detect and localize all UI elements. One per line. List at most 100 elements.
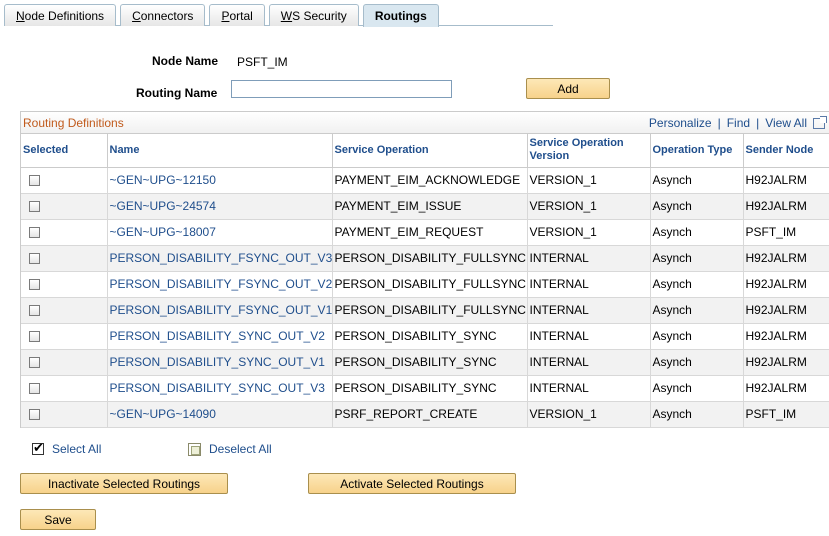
activate-selected-routings-button[interactable]: Activate Selected Routings	[308, 473, 516, 494]
checkmark-icon[interactable]	[32, 440, 44, 456]
col-service-operation-version[interactable]: Service Operation Version	[527, 134, 651, 168]
empty-box-icon[interactable]	[188, 442, 201, 456]
sender-node-cell: H92JALRM	[743, 193, 829, 220]
table-row: PERSON_DISABILITY_FSYNC_OUT_V3 PERSON_DI…	[21, 245, 829, 272]
col-selected[interactable]: Selected	[21, 134, 108, 168]
table-row: PERSON_DISABILITY_SYNC_OUT_V1 PERSON_DIS…	[21, 349, 829, 376]
sender-node-cell: H92JALRM	[743, 271, 829, 298]
routing-name-link[interactable]: ~GEN~UPG~24574	[107, 193, 333, 220]
row-select-checkbox[interactable]	[29, 175, 40, 187]
routing-name-label: Routing Name	[136, 86, 218, 100]
sender-node-cell: H92JALRM	[743, 323, 829, 350]
row-select-checkbox[interactable]	[29, 409, 40, 421]
service-operation-cell: PERSON_DISABILITY_SYNC	[332, 349, 528, 376]
routing-name-link[interactable]: PERSON_DISABILITY_SYNC_OUT_V3	[107, 375, 333, 402]
nav-separator: |	[717, 116, 721, 130]
row-select-checkbox[interactable]	[29, 253, 40, 265]
version-cell: VERSION_1	[527, 401, 651, 428]
operation-type-cell: Asynch	[650, 297, 744, 324]
row-select-checkbox[interactable]	[29, 227, 40, 239]
save-button[interactable]: Save	[20, 509, 96, 530]
row-select-checkbox[interactable]	[29, 279, 40, 291]
routing-name-link[interactable]: ~GEN~UPG~12150	[107, 167, 333, 194]
tab-routings[interactable]: Routings	[362, 4, 439, 27]
service-operation-cell: PSRF_REPORT_CREATE	[332, 401, 528, 428]
service-operation-cell: PAYMENT_EIM_ISSUE	[332, 193, 528, 220]
operation-type-cell: Asynch	[650, 401, 744, 428]
operation-type-cell: Asynch	[650, 167, 744, 194]
operation-type-cell: Asynch	[650, 245, 744, 272]
select-all-link[interactable]: Select All	[52, 442, 101, 456]
add-button[interactable]: Add	[526, 78, 610, 99]
col-service-operation[interactable]: Service Operation	[332, 134, 528, 168]
operation-type-cell: Asynch	[650, 271, 744, 298]
grid-navigation: Personalize | Find | View All	[649, 115, 827, 130]
version-cell: INTERNAL	[527, 349, 651, 376]
table-row: ~GEN~UPG~24574 PAYMENT_EIM_ISSUE VERSION…	[21, 193, 829, 220]
table-row: PERSON_DISABILITY_FSYNC_OUT_V2 PERSON_DI…	[21, 271, 829, 298]
sender-node-cell: PSFT_IM	[743, 401, 829, 428]
sender-node-cell: H92JALRM	[743, 167, 829, 194]
deselect-all-control[interactable]: Deselect All	[188, 442, 272, 456]
inactivate-selected-routings-button[interactable]: Inactivate Selected Routings	[20, 473, 228, 494]
row-select-checkbox[interactable]	[29, 383, 40, 395]
row-select-checkbox[interactable]	[29, 201, 40, 213]
deselect-all-link[interactable]: Deselect All	[209, 442, 272, 456]
table-row: ~GEN~UPG~14090 PSRF_REPORT_CREATE VERSIO…	[21, 401, 829, 428]
version-cell: VERSION_1	[527, 219, 651, 246]
routing-name-link[interactable]: ~GEN~UPG~18007	[107, 219, 333, 246]
tab-bar: Node Definitions Connectors Portal WS Se…	[4, 4, 443, 27]
routing-name-input[interactable]	[231, 80, 452, 98]
col-operation-type[interactable]: Operation Type	[650, 134, 744, 168]
grid-title-bar: Routing Definitions Personalize | Find |…	[21, 112, 829, 134]
routing-table: Selected Name Service Operation Service …	[21, 134, 829, 428]
tab-ws-security[interactable]: WS Security	[268, 4, 359, 26]
operation-type-cell: Asynch	[650, 219, 744, 246]
version-cell: INTERNAL	[527, 375, 651, 402]
operation-type-cell: Asynch	[650, 349, 744, 376]
operation-type-cell: Asynch	[650, 193, 744, 220]
row-select-checkbox[interactable]	[29, 331, 40, 343]
version-cell: VERSION_1	[527, 193, 651, 220]
routing-name-link[interactable]: PERSON_DISABILITY_FSYNC_OUT_V1	[107, 297, 333, 324]
version-cell: INTERNAL	[527, 271, 651, 298]
node-name-value: PSFT_IM	[237, 55, 288, 69]
node-name-label: Node Name	[152, 54, 219, 68]
service-operation-cell: PERSON_DISABILITY_SYNC	[332, 375, 528, 402]
personalize-link[interactable]: Personalize	[649, 116, 712, 130]
tab-portal[interactable]: Portal	[209, 4, 265, 26]
new-window-icon[interactable]	[813, 115, 827, 129]
version-cell: INTERNAL	[527, 297, 651, 324]
row-select-checkbox[interactable]	[29, 357, 40, 369]
version-cell: INTERNAL	[527, 245, 651, 272]
service-operation-cell: PERSON_DISABILITY_FULLSYNC	[332, 245, 528, 272]
routing-name-link[interactable]: ~GEN~UPG~14090	[107, 401, 333, 428]
view-all-link[interactable]: View All	[765, 116, 807, 130]
col-sender-node[interactable]: Sender Node	[743, 134, 829, 168]
grid-title: Routing Definitions	[23, 116, 124, 130]
routing-name-link[interactable]: PERSON_DISABILITY_SYNC_OUT_V1	[107, 349, 333, 376]
routing-name-link[interactable]: PERSON_DISABILITY_FSYNC_OUT_V3	[107, 245, 333, 272]
tab-node-definitions[interactable]: Node Definitions	[4, 4, 117, 26]
service-operation-cell: PERSON_DISABILITY_SYNC	[332, 323, 528, 350]
nav-separator: |	[756, 116, 760, 130]
sender-node-cell: H92JALRM	[743, 375, 829, 402]
routing-definitions-grid: Routing Definitions Personalize | Find |…	[20, 111, 829, 428]
col-name[interactable]: Name	[107, 134, 333, 168]
sender-node-cell: H92JALRM	[743, 245, 829, 272]
table-header-row: Selected Name Service Operation Service …	[21, 134, 829, 168]
row-select-checkbox[interactable]	[29, 305, 40, 317]
version-cell: INTERNAL	[527, 323, 651, 350]
table-row: ~GEN~UPG~18007 PAYMENT_EIM_REQUEST VERSI…	[21, 219, 829, 246]
sender-node-cell: H92JALRM	[743, 349, 829, 376]
tab-connectors[interactable]: Connectors	[120, 4, 206, 26]
operation-type-cell: Asynch	[650, 323, 744, 350]
select-all-control[interactable]: Select All	[32, 440, 101, 456]
routing-name-link[interactable]: PERSON_DISABILITY_FSYNC_OUT_V2	[107, 271, 333, 298]
service-operation-cell: PAYMENT_EIM_ACKNOWLEDGE	[332, 167, 528, 194]
routing-name-link[interactable]: PERSON_DISABILITY_SYNC_OUT_V2	[107, 323, 333, 350]
sender-node-cell: PSFT_IM	[743, 219, 829, 246]
find-link[interactable]: Find	[727, 116, 750, 130]
table-row: PERSON_DISABILITY_SYNC_OUT_V2 PERSON_DIS…	[21, 323, 829, 350]
version-cell: VERSION_1	[527, 167, 651, 194]
